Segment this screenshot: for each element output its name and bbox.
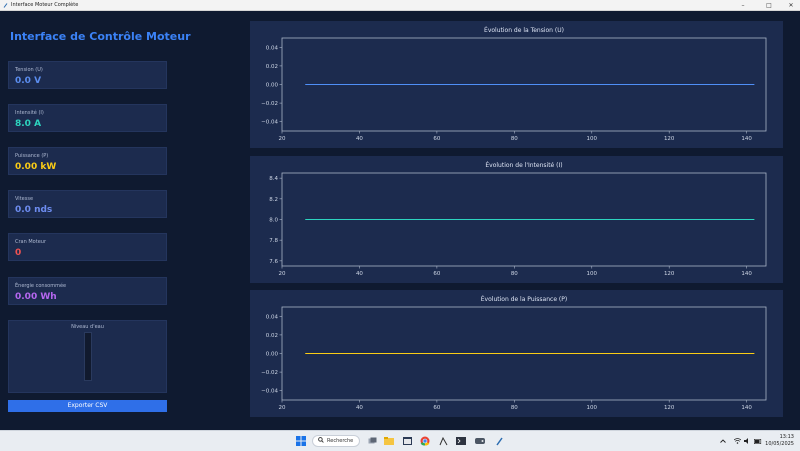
y-tick-label: −0.02 <box>261 101 278 107</box>
taskbar: Recherche 13:13 10/05/2025 <box>0 430 800 451</box>
window-title-bar: Interface Moteur Complète – □ ✕ <box>0 0 800 11</box>
metric-card-cran-moteur: Cran Moteur 0 <box>8 233 167 261</box>
x-tick-label: 40 <box>356 271 363 277</box>
app-title: Interface de Contrôle Moteur <box>10 30 191 43</box>
x-tick-label: 140 <box>741 136 752 142</box>
windows-start-icon[interactable] <box>296 436 306 446</box>
x-tick-label: 20 <box>279 271 286 277</box>
water-level-gauge <box>84 332 92 381</box>
chart-intensite-panel: Évolution de l'Intensité (I) 20 40 60 80 100 1… <box>250 156 783 283</box>
game-icon[interactable] <box>475 436 485 446</box>
feather-icon <box>3 2 8 8</box>
x-tick-label: 120 <box>664 271 675 277</box>
metric-card-tension: Tension (U) 0.0 V <box>8 61 167 89</box>
x-tick-label: 40 <box>356 405 363 411</box>
metric-label: Énergie consommée <box>15 283 67 289</box>
y-tick-label: 0.02 <box>266 333 278 339</box>
battery-icon <box>753 436 763 446</box>
y-tick-label: 8.2 <box>269 197 278 203</box>
water-level-label: Niveau d'eau <box>71 324 104 330</box>
chart-tension-panel: Évolution de la Tension (U) 20 40 60 80 100 12… <box>250 21 783 148</box>
network-icon[interactable] <box>732 436 742 446</box>
x-tick-label: 80 <box>511 271 518 277</box>
clock-time: 13:13 <box>779 434 794 440</box>
clock-date: 10/05/2025 <box>765 441 794 447</box>
x-tick-label: 60 <box>433 271 440 277</box>
chart-puissance-panel: Évolution de la Puissance (P) 20 40 60 80 100… <box>250 290 783 417</box>
x-tick-label: 100 <box>587 405 598 411</box>
y-tick-label: 0.02 <box>266 64 278 70</box>
x-tick-label: 100 <box>587 136 598 142</box>
taskbar-search[interactable]: Recherche <box>312 435 360 447</box>
y-tick-label: 0.00 <box>266 352 279 358</box>
taskbar-clock[interactable]: 13:13 10/05/2025 <box>765 434 794 448</box>
minimize-icon[interactable]: – <box>734 0 752 10</box>
chart-title: Évolution de la Puissance (P) <box>481 295 567 303</box>
metric-label: Cran Moteur <box>15 239 47 245</box>
x-tick-label: 140 <box>741 271 752 277</box>
window-title: Interface Moteur Complète <box>11 2 79 8</box>
y-tick-label: −0.02 <box>261 370 278 376</box>
chart-tension: Évolution de la Tension (U) 20 40 60 80 100 12… <box>261 26 767 142</box>
x-tick-label: 120 <box>664 136 675 142</box>
metric-value: 0.00 Wh <box>15 292 57 302</box>
chrome-icon[interactable] <box>420 436 430 446</box>
chevron-up-icon[interactable] <box>718 436 728 446</box>
x-tick-label: 60 <box>433 405 440 411</box>
app-icon[interactable] <box>438 436 448 446</box>
x-tick-label: 140 <box>741 405 752 411</box>
chart-puissance: Évolution de la Puissance (P) 20 40 60 80 100… <box>261 295 767 411</box>
close-icon[interactable]: ✕ <box>782 0 800 10</box>
metric-value: 0.0 V <box>15 76 42 86</box>
feather-app-icon[interactable] <box>494 436 504 446</box>
search-label: Recherche <box>327 438 354 444</box>
y-tick-label: 8.0 <box>269 218 278 224</box>
x-tick-label: 80 <box>511 136 518 142</box>
x-tick-label: 80 <box>511 405 518 411</box>
x-tick-label: 20 <box>279 136 286 142</box>
y-tick-label: −0.04 <box>261 120 278 126</box>
metric-label: Puissance (P) <box>15 153 49 159</box>
x-tick-label: 100 <box>587 271 598 277</box>
y-tick-label: 0.04 <box>266 45 279 51</box>
x-tick-label: 20 <box>279 405 286 411</box>
metric-label: Intensité (I) <box>15 110 44 116</box>
search-icon <box>318 437 324 445</box>
y-tick-label: 0.00 <box>266 83 279 89</box>
volume-icon[interactable] <box>742 436 752 446</box>
chart-title: Évolution de la Tension (U) <box>484 26 564 34</box>
export-csv-button[interactable]: Exporter CSV <box>8 400 167 412</box>
chart-intensite: Évolution de l'Intensité (I) 20 40 60 80 100 1… <box>269 161 767 277</box>
metric-label: Vitesse <box>15 196 34 202</box>
x-tick-label: 60 <box>433 136 440 142</box>
metric-card-intensite: Intensité (I) 8.0 A <box>8 104 167 132</box>
metric-value: 0 <box>15 248 22 258</box>
water-level-panel: Niveau d'eau <box>8 320 167 393</box>
x-tick-label: 40 <box>356 136 363 142</box>
metric-card-vitesse: Vitesse 0.0 nds <box>8 190 167 218</box>
y-tick-label: 0.04 <box>266 314 279 320</box>
metric-value: 0.0 nds <box>15 205 53 215</box>
terminal-icon[interactable] <box>456 436 466 446</box>
app-window-icon[interactable] <box>402 436 412 446</box>
maximize-icon[interactable]: □ <box>760 0 778 10</box>
metric-value: 0.00 kW <box>15 162 57 172</box>
metric-label: Tension (U) <box>15 67 43 73</box>
y-tick-label: 7.8 <box>269 238 278 244</box>
y-tick-label: 7.6 <box>269 259 278 265</box>
file-explorer-icon[interactable] <box>384 436 394 446</box>
y-tick-label: −0.04 <box>261 389 278 395</box>
task-view-icon[interactable] <box>367 436 377 446</box>
y-tick-label: 8.4 <box>269 176 278 182</box>
chart-title: Évolution de l'Intensité (I) <box>485 161 562 169</box>
app-window: Interface de Contrôle Moteur Tension (U)… <box>0 11 800 430</box>
metric-value: 8.0 A <box>15 119 42 129</box>
metric-card-puissance: Puissance (P) 0.00 kW <box>8 147 167 175</box>
metric-card-energie: Énergie consommée 0.00 Wh <box>8 277 167 305</box>
x-tick-label: 120 <box>664 405 675 411</box>
